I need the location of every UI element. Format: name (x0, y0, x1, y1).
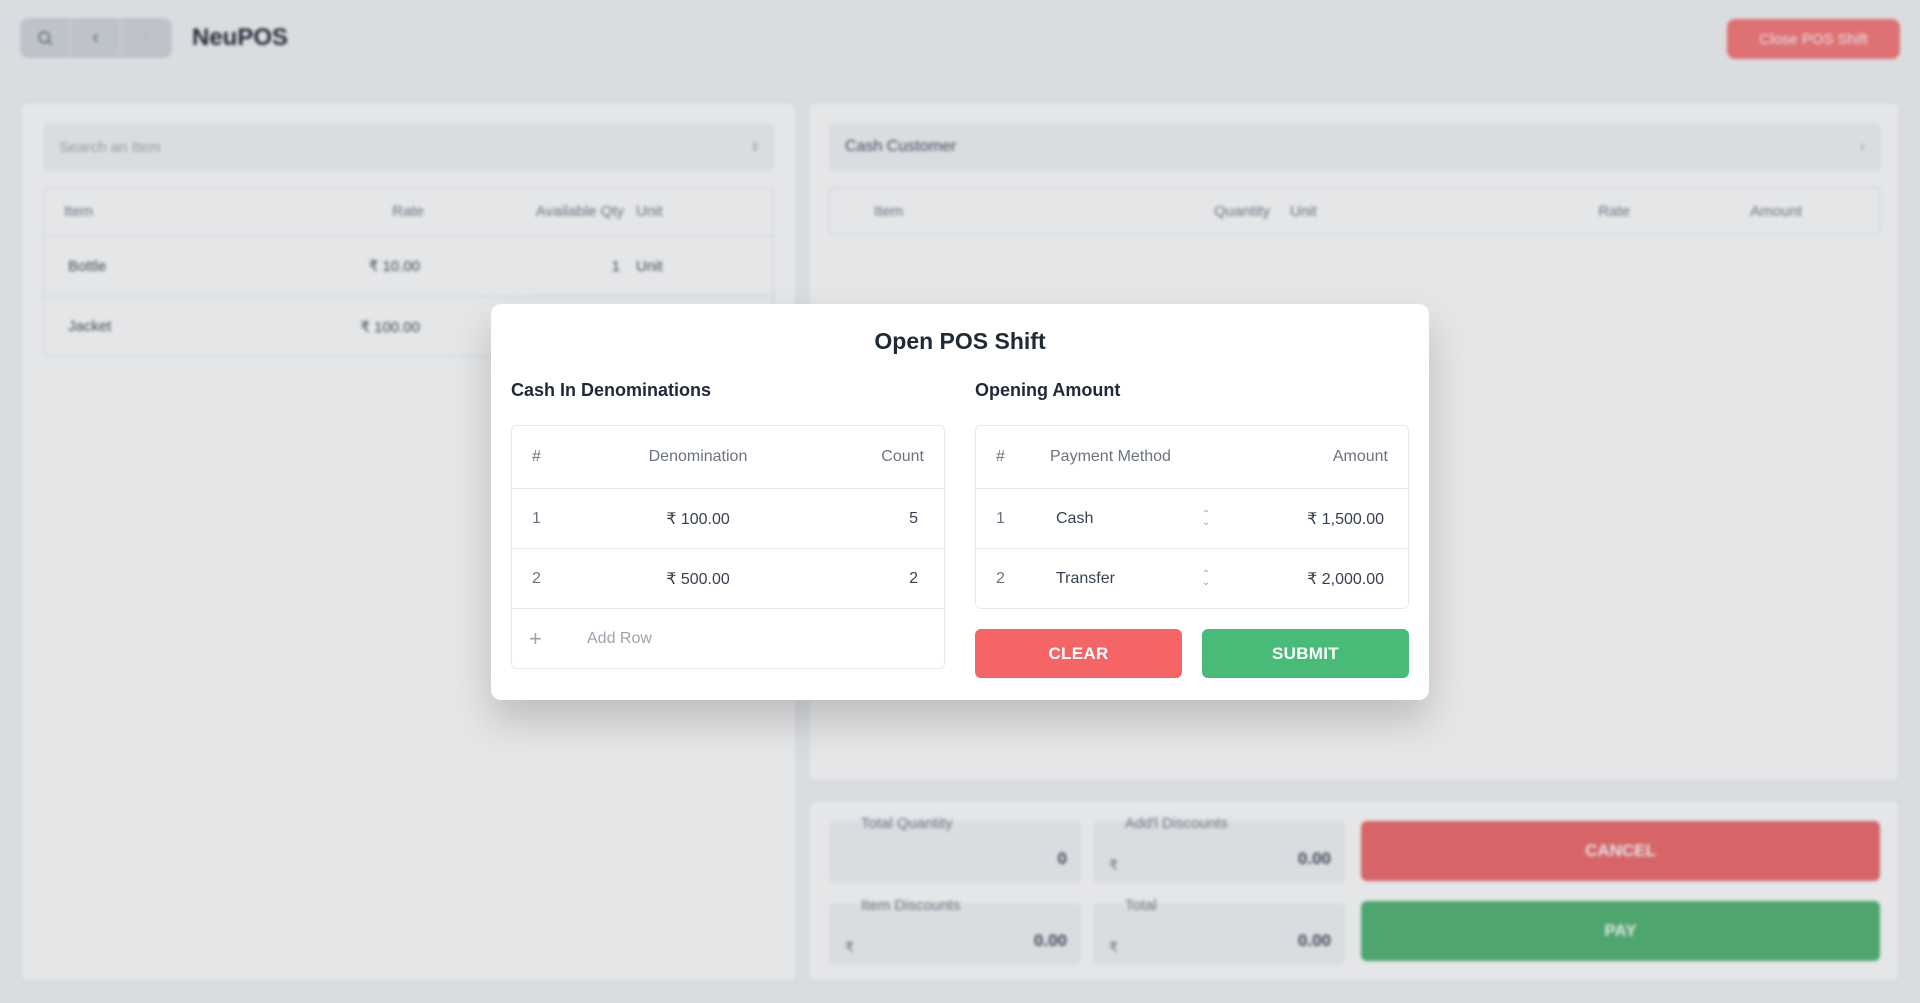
denominations-title: Cash In Denominations (511, 380, 712, 400)
row-index: 1 (532, 509, 541, 527)
row-index: 2 (532, 569, 541, 587)
plus-icon: + (529, 625, 542, 651)
add-row-button[interactable]: + Add Row (512, 608, 944, 668)
table-row[interactable]: 1 Cash ⌃ ⌄ ₹ 1,500.00 (976, 488, 1408, 548)
count-value[interactable]: 2 (814, 570, 944, 588)
col-index: # (532, 448, 541, 465)
denominations-header: # Denomination Count (512, 426, 944, 488)
col-index: # (996, 448, 1005, 465)
open-pos-shift-dialog: Open POS Shift Cash In Denominations # D… (491, 304, 1429, 700)
col-amount: Amount (1332, 448, 1388, 465)
opening-amount-header: # Payment Method Amount (976, 426, 1408, 488)
add-row-label: Add Row (587, 629, 652, 647)
table-row[interactable]: 1 ₹ 100.00 5 (512, 488, 944, 548)
submit-button[interactable]: SUBMIT (1202, 629, 1409, 678)
table-row[interactable]: 2 ₹ 500.00 2 (512, 548, 944, 608)
payment-method-select[interactable]: Transfer (1056, 570, 1196, 588)
denominations-table: # Denomination Count 1 ₹ 100.00 5 2 ₹ 50… (511, 425, 945, 669)
denomination-value[interactable]: ₹ 500.00 (582, 569, 814, 589)
col-denomination: Denomination (648, 448, 748, 465)
clear-button[interactable]: CLEAR (975, 629, 1182, 678)
col-count: Count (881, 448, 924, 465)
opening-amount-title: Opening Amount (975, 380, 1121, 400)
count-value[interactable]: 5 (814, 510, 944, 528)
table-row[interactable]: 2 Transfer ⌃ ⌄ ₹ 2,000.00 (976, 548, 1408, 608)
chevron-updown-icon[interactable]: ⌃ ⌄ (1196, 569, 1216, 587)
row-index: 1 (996, 509, 1005, 527)
amount-value[interactable]: ₹ 2,000.00 (1216, 569, 1408, 589)
payment-method-select[interactable]: Cash (1056, 510, 1196, 528)
amount-value[interactable]: ₹ 1,500.00 (1216, 509, 1408, 529)
denomination-value[interactable]: ₹ 100.00 (582, 509, 814, 529)
col-payment-method: Payment Method (1050, 448, 1171, 465)
opening-amount-table: # Payment Method Amount 1 Cash ⌃ ⌄ ₹ 1,50… (975, 425, 1409, 609)
chevron-updown-icon[interactable]: ⌃ ⌄ (1196, 509, 1216, 527)
dialog-title: Open POS Shift (874, 328, 1046, 354)
row-index: 2 (996, 569, 1005, 587)
